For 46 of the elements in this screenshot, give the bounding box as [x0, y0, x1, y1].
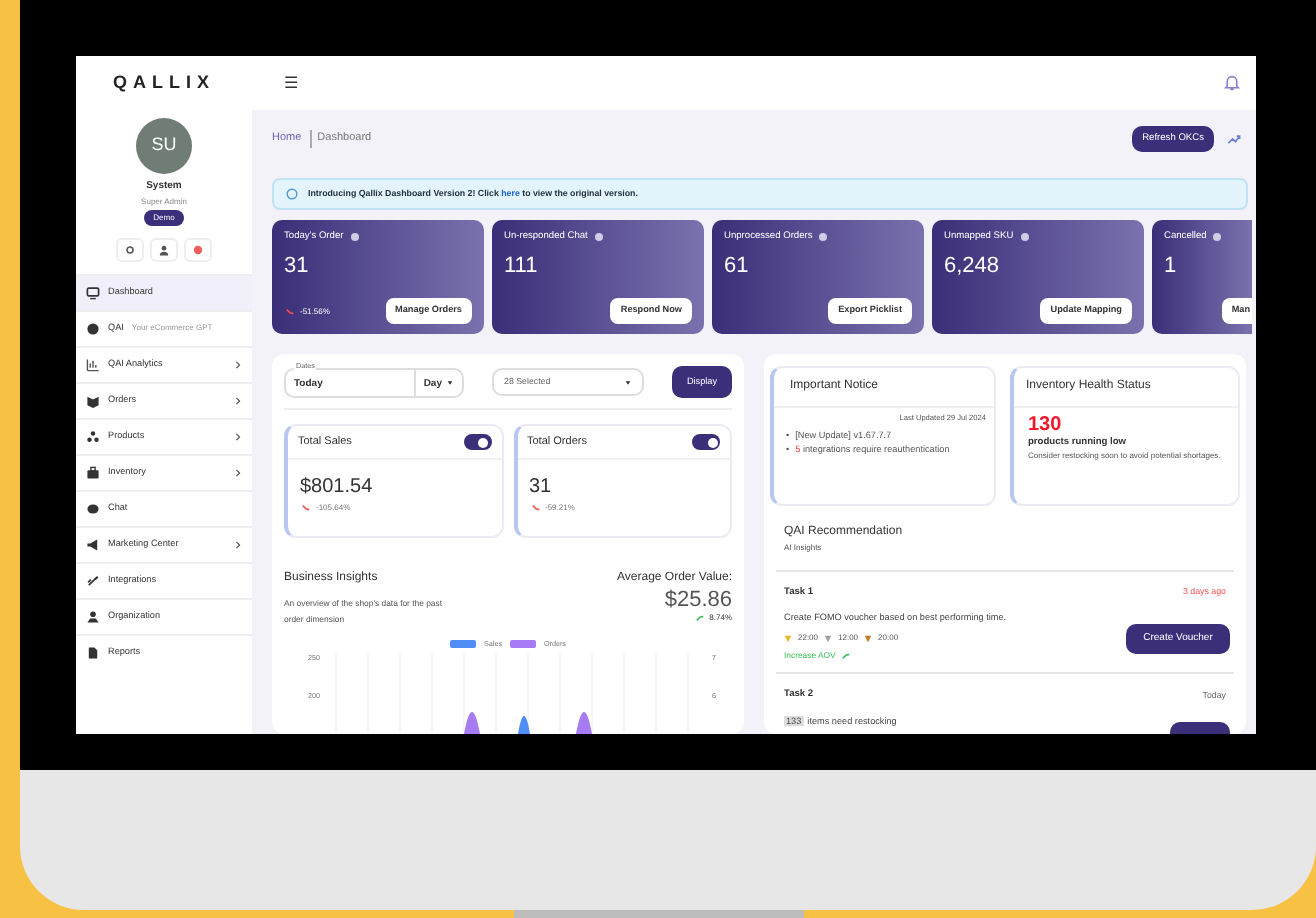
- link-icon: [86, 573, 100, 587]
- profile-action-button[interactable]: [150, 237, 178, 261]
- profile-action-button[interactable]: [184, 237, 212, 261]
- caret-down-icon: [446, 379, 454, 385]
- settings-icon: [124, 243, 136, 255]
- document-icon: [86, 645, 100, 659]
- trend-down-icon: [300, 504, 312, 513]
- user-icon: [158, 243, 170, 255]
- total-value: $801.54: [298, 474, 375, 503]
- info-icon: [818, 232, 829, 243]
- info-icon: [1019, 232, 1030, 243]
- megaphone-icon: [86, 537, 100, 551]
- bar-chart-icon: [86, 357, 100, 371]
- stat-value: 6,248: [944, 252, 1002, 283]
- orb-icon: [86, 321, 100, 335]
- menu-button[interactable]: ☰: [284, 71, 298, 95]
- total-value: 31: [527, 474, 554, 503]
- trend-icon[interactable]: [1226, 132, 1242, 146]
- stat-value: 1: [1164, 252, 1179, 283]
- briefcase-icon: [86, 465, 100, 479]
- chat-bubble-icon: [86, 501, 100, 515]
- box-icon: [86, 393, 100, 407]
- profile-action-button[interactable]: [116, 237, 144, 261]
- trend-up-icon: [693, 614, 706, 623]
- notification-bell-icon[interactable]: [1224, 74, 1240, 92]
- organization-icon: [86, 609, 100, 623]
- stat-value: 31: [284, 252, 311, 283]
- trend-up-icon: [839, 652, 852, 661]
- avatar: SU: [136, 118, 192, 174]
- trend-down-icon: [284, 307, 296, 316]
- app-logo: QALLIX: [111, 69, 217, 96]
- stat-value: 111: [504, 252, 540, 283]
- low-stock-count: 130: [1026, 412, 1064, 436]
- people-icon: [86, 429, 100, 443]
- toggle-switch[interactable]: [463, 434, 491, 451]
- caret-down-icon: [624, 379, 632, 385]
- info-icon: [286, 188, 298, 200]
- toggle-switch[interactable]: [692, 434, 720, 451]
- info-icon: [349, 232, 360, 243]
- aov-value: $25.86: [662, 588, 732, 613]
- power-icon: [192, 243, 204, 255]
- info-icon: [593, 232, 604, 243]
- monitor-icon: [86, 285, 100, 299]
- info-icon: [1212, 232, 1223, 243]
- stat-value: 61: [724, 252, 751, 283]
- trend-down-icon: [529, 504, 541, 513]
